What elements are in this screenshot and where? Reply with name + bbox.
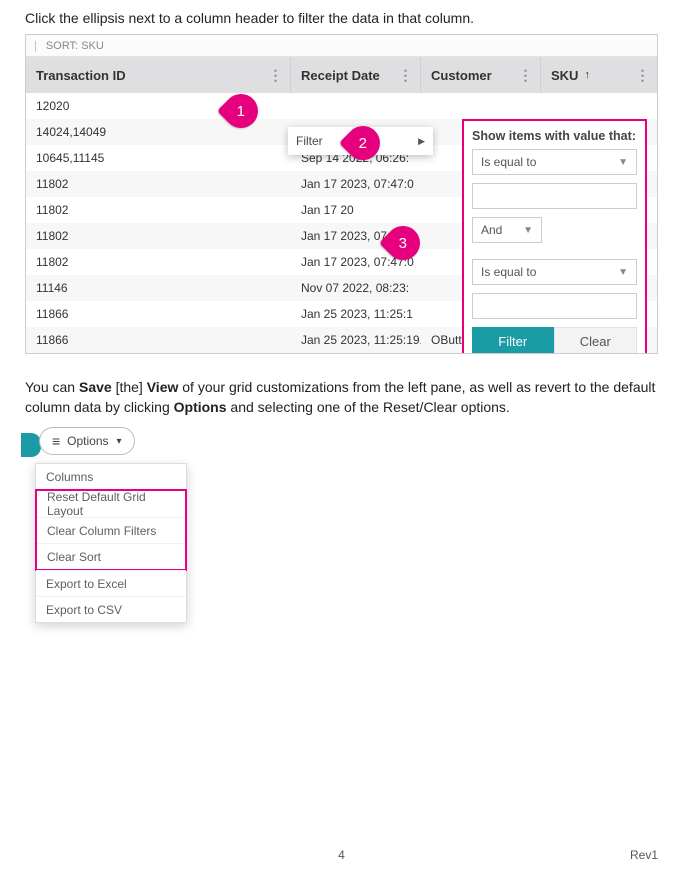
col-label: Receipt Date bbox=[301, 68, 380, 83]
select-value: Is equal to bbox=[481, 265, 536, 279]
cell-date bbox=[291, 93, 421, 119]
select-value: Is equal to bbox=[481, 155, 536, 169]
cell-date: Jan 25 2023, 11:25:1 bbox=[291, 301, 421, 327]
cell-sku bbox=[541, 93, 657, 119]
col-label: Transaction ID bbox=[36, 68, 126, 83]
col-receipt-date[interactable]: Receipt Date ⋮ bbox=[291, 57, 421, 93]
ellipsis-icon[interactable]: ⋮ bbox=[518, 57, 534, 93]
logic-select[interactable]: And ▼ bbox=[472, 217, 542, 243]
filter-menu-label: Filter bbox=[296, 134, 323, 148]
cell-tx: 11866 bbox=[26, 327, 291, 353]
sort-label: SORT: bbox=[46, 40, 78, 52]
cell-date: Jan 25 2023, 11:25:19... bbox=[291, 327, 421, 353]
select-value: And bbox=[481, 223, 502, 237]
sort-asc-icon: ↑ bbox=[584, 69, 590, 81]
intro-text: Click the ellipsis next to a column head… bbox=[25, 10, 658, 26]
operator1-select[interactable]: Is equal to ▼ bbox=[472, 149, 637, 175]
cell-tx: 10645,11145 bbox=[26, 145, 291, 171]
cell-tx: 11146 bbox=[26, 275, 291, 301]
opt-columns[interactable]: Columns bbox=[36, 464, 186, 490]
teal-accent bbox=[21, 433, 41, 457]
revision-label: Rev1 bbox=[630, 848, 658, 862]
cell-tx: 11802 bbox=[26, 249, 291, 275]
col-label: SKU bbox=[551, 68, 578, 83]
cell-date: Jan 17 20 bbox=[291, 197, 421, 223]
cell-date: Jan 17 2023, 07:47:0 bbox=[291, 171, 421, 197]
cell-tx: 11802 bbox=[26, 171, 291, 197]
opt-export-excel[interactable]: Export to Excel bbox=[36, 570, 186, 596]
ellipsis-icon[interactable]: ⋮ bbox=[635, 57, 651, 93]
table-row[interactable]: 12020 bbox=[26, 93, 657, 119]
ellipsis-icon[interactable]: ⋮ bbox=[268, 57, 284, 93]
clear-button[interactable]: Clear bbox=[554, 327, 638, 354]
cell-tx: 11802 bbox=[26, 223, 291, 249]
operator2-select[interactable]: Is equal to ▼ bbox=[472, 259, 637, 285]
list-icon: ≡ bbox=[52, 434, 59, 448]
options-button-label: Options bbox=[67, 434, 108, 448]
caret-down-icon: ▼ bbox=[523, 225, 533, 236]
filter-popup-title: Show items with value that: bbox=[472, 129, 637, 143]
cell-date: Nov 07 2022, 08:23: bbox=[291, 275, 421, 301]
value1-input[interactable] bbox=[472, 183, 637, 209]
col-customer[interactable]: Customer ⋮ bbox=[421, 57, 541, 93]
sort-value: SKU bbox=[81, 40, 104, 52]
opt-clear-filters[interactable]: Clear Column Filters bbox=[37, 517, 185, 543]
opt-export-csv[interactable]: Export to CSV bbox=[36, 596, 186, 622]
caret-down-icon: ▾ bbox=[117, 436, 122, 447]
paragraph-options: You can Save [the] View of your grid cus… bbox=[25, 378, 658, 417]
page-number: 4 bbox=[0, 848, 683, 862]
options-menu: Columns Reset Default Grid Layout Clear … bbox=[35, 463, 187, 623]
caret-down-icon: ▼ bbox=[618, 267, 628, 278]
col-sku[interactable]: SKU ↑ ⋮ bbox=[541, 57, 657, 93]
filter-button[interactable]: Filter bbox=[472, 327, 554, 354]
col-label: Customer bbox=[431, 68, 492, 83]
sort-bar: | SORT: SKU bbox=[26, 35, 657, 57]
submenu-arrow-icon: ▶ bbox=[418, 136, 425, 147]
data-grid: | SORT: SKU Transaction ID ⋮ Receipt Dat… bbox=[25, 34, 658, 354]
cell-tx: 11866 bbox=[26, 301, 291, 327]
header-row: Transaction ID ⋮ Receipt Date ⋮ Customer… bbox=[26, 57, 657, 93]
cell-cust bbox=[421, 93, 541, 119]
cell-tx: 11802 bbox=[26, 197, 291, 223]
value2-input[interactable] bbox=[472, 293, 637, 319]
options-dropdown-demo: ≡ Options ▾ Columns Reset Default Grid L… bbox=[35, 427, 195, 623]
col-transaction-id[interactable]: Transaction ID ⋮ bbox=[26, 57, 291, 93]
caret-down-icon: ▼ bbox=[618, 157, 628, 168]
ellipsis-icon[interactable]: ⋮ bbox=[398, 57, 414, 93]
options-button[interactable]: ≡ Options ▾ bbox=[39, 427, 135, 455]
filter-popup: Show items with value that: Is equal to … bbox=[462, 119, 647, 354]
opt-clear-sort[interactable]: Clear Sort bbox=[37, 543, 185, 569]
opt-reset-layout[interactable]: Reset Default Grid Layout bbox=[37, 491, 185, 517]
